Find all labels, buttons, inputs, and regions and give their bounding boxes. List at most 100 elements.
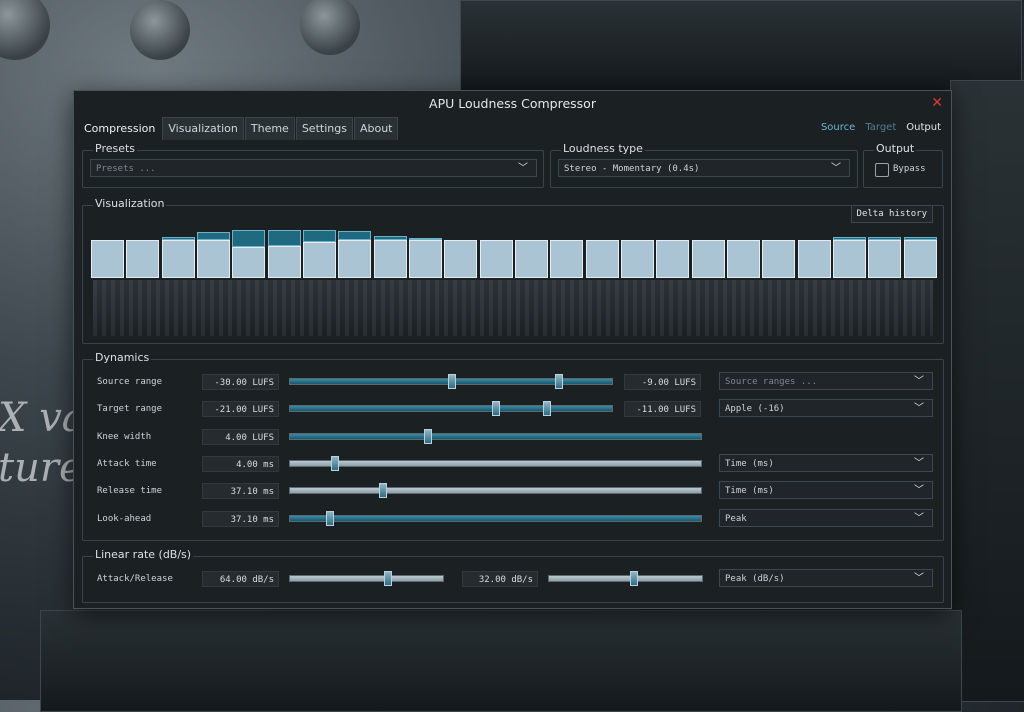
target-range-max-value[interactable]: -11.00 LUFS bbox=[624, 401, 701, 418]
attack-time-handle[interactable] bbox=[330, 455, 339, 471]
attack-rate-slider[interactable] bbox=[289, 571, 444, 586]
release-rate-value[interactable]: 32.00 dB/s bbox=[462, 571, 538, 587]
tab-theme[interactable]: Theme bbox=[244, 117, 295, 140]
release-time-value[interactable]: 37.10 ms bbox=[202, 483, 279, 500]
view-links: Source Target Output bbox=[821, 122, 941, 133]
attack-time-value[interactable]: 4.00 ms bbox=[202, 455, 279, 472]
target-range-slider[interactable] bbox=[289, 401, 613, 417]
visualization-title: Visualization bbox=[93, 197, 167, 210]
view-target-link[interactable]: Target bbox=[865, 122, 896, 133]
tab-about[interactable]: About bbox=[353, 117, 399, 140]
view-output-link[interactable]: Output bbox=[906, 122, 941, 133]
knee-width-handle[interactable] bbox=[423, 428, 432, 444]
chevron-down-icon bbox=[914, 400, 924, 418]
view-source-link[interactable]: Source bbox=[821, 122, 855, 133]
knee-width-slider[interactable] bbox=[289, 428, 702, 444]
knee-width-label: Knee width bbox=[97, 431, 152, 442]
attack-time-slider[interactable] bbox=[289, 455, 702, 471]
loudness-bars bbox=[91, 230, 939, 278]
target-range-handle[interactable] bbox=[492, 401, 501, 417]
loudness-bar-level bbox=[515, 240, 548, 278]
chevron-down-icon bbox=[914, 570, 924, 588]
plugin-window: APU Loudness Compressor ✕ Compression Vi… bbox=[73, 90, 952, 609]
loudness-bar-delta bbox=[303, 230, 336, 242]
tab-compression[interactable]: Compression bbox=[78, 117, 162, 140]
loudness-bar-level bbox=[373, 240, 407, 278]
loudness-bar-level bbox=[727, 240, 760, 278]
loudness-bar bbox=[232, 230, 266, 278]
attack-release-label: Attack/Release bbox=[97, 574, 173, 584]
chevron-down-icon bbox=[914, 482, 924, 500]
attack-rate-handle[interactable] bbox=[384, 571, 393, 586]
loudness-bar-level bbox=[126, 240, 160, 278]
release-time-mode-dropdown[interactable]: Time (ms) bbox=[719, 481, 933, 500]
release-time-handle[interactable] bbox=[379, 483, 388, 499]
loudness-type-title: Loudness type bbox=[561, 142, 645, 155]
loudness-bar-delta bbox=[232, 230, 266, 247]
loudness-type-value: Stereo - Momentary (0.4s) bbox=[564, 164, 700, 174]
loudness-type-group: Loudness type Stereo - Momentary (0.4s) bbox=[550, 142, 858, 188]
rate-mode-dropdown[interactable]: Peak (dB/s) bbox=[719, 569, 933, 587]
loudness-bar bbox=[762, 230, 796, 278]
source-range-handle[interactable] bbox=[555, 374, 564, 389]
loudness-bar bbox=[797, 230, 831, 278]
release-rate-slider[interactable] bbox=[548, 571, 703, 586]
attack-time-mode-dropdown[interactable]: Time (ms) bbox=[719, 453, 933, 473]
close-icon[interactable]: ✕ bbox=[931, 96, 943, 110]
loudness-bar-delta bbox=[903, 237, 937, 240]
attack-rate-value[interactable]: 64.00 dB/s bbox=[202, 571, 279, 587]
output-group: Output Bypass bbox=[863, 142, 943, 188]
loudness-type-dropdown[interactable]: Stereo - Momentary (0.4s) bbox=[558, 159, 850, 177]
look-ahead-slider[interactable] bbox=[289, 510, 702, 526]
loudness-bar-delta bbox=[373, 236, 407, 240]
loudness-bar bbox=[479, 230, 513, 278]
presets-dropdown[interactable]: Presets ... bbox=[90, 159, 537, 177]
loudness-bar-level bbox=[197, 240, 230, 278]
loudness-bar bbox=[267, 230, 301, 278]
loudness-bar bbox=[303, 230, 336, 278]
knee-width-value[interactable]: 4.00 LUFS bbox=[202, 428, 279, 445]
loudness-bar-level bbox=[833, 240, 866, 278]
tab-visualization[interactable]: Visualization bbox=[162, 117, 244, 140]
source-range-handle[interactable] bbox=[448, 374, 456, 389]
look-ahead-mode-dropdown[interactable]: Peak bbox=[719, 508, 933, 527]
delta-history-button[interactable]: Delta history bbox=[850, 205, 933, 223]
look-ahead-handle[interactable] bbox=[326, 510, 335, 526]
window-title: APU Loudness Compressor bbox=[429, 96, 596, 111]
chevron-down-icon bbox=[914, 455, 924, 473]
loudness-bar bbox=[515, 230, 548, 278]
target-range-label: Target range bbox=[97, 404, 163, 415]
release-time-slider[interactable] bbox=[289, 483, 702, 499]
linear-rate-title: Linear rate (dB/s) bbox=[93, 548, 194, 561]
loudness-bar bbox=[197, 230, 230, 278]
loudness-bar-level bbox=[550, 240, 584, 278]
loudness-bar-level bbox=[91, 240, 124, 278]
loudness-bar-level bbox=[691, 240, 725, 278]
look-ahead-value[interactable]: 37.10 ms bbox=[202, 510, 279, 527]
target-range-mode-dropdown[interactable]: Apple (-16) bbox=[719, 399, 933, 418]
source-range-mode-dropdown[interactable]: Source ranges ... bbox=[719, 372, 933, 390]
loudness-bar-level bbox=[338, 240, 372, 278]
source-range-max-value[interactable]: -9.00 LUFS bbox=[624, 374, 701, 390]
target-range-handle[interactable] bbox=[542, 401, 551, 417]
target-range-mode-value: Apple (-16) bbox=[725, 404, 785, 415]
source-range-slider[interactable] bbox=[289, 374, 613, 389]
loudness-bar-level bbox=[161, 240, 195, 278]
loudness-bar-delta bbox=[267, 230, 301, 246]
bg-rack bbox=[40, 610, 962, 712]
target-range-value[interactable]: -21.00 LUFS bbox=[202, 401, 279, 418]
loudness-bar-delta bbox=[409, 238, 442, 240]
bypass-checkbox[interactable] bbox=[875, 163, 889, 177]
loudness-bar bbox=[903, 230, 937, 278]
chevron-down-icon bbox=[518, 160, 528, 178]
loudness-bar-level bbox=[232, 247, 266, 278]
loudness-bar bbox=[444, 230, 478, 278]
loudness-bar-delta bbox=[868, 237, 902, 240]
history-trail bbox=[93, 280, 933, 336]
tab-settings[interactable]: Settings bbox=[295, 117, 353, 140]
presets-placeholder: Presets ... bbox=[96, 164, 156, 174]
look-ahead-mode-value: Peak bbox=[725, 513, 747, 524]
source-range-value[interactable]: -30.00 LUFS bbox=[202, 374, 279, 390]
release-rate-handle[interactable] bbox=[629, 571, 638, 586]
presets-group: Presets Presets ... bbox=[82, 142, 544, 188]
